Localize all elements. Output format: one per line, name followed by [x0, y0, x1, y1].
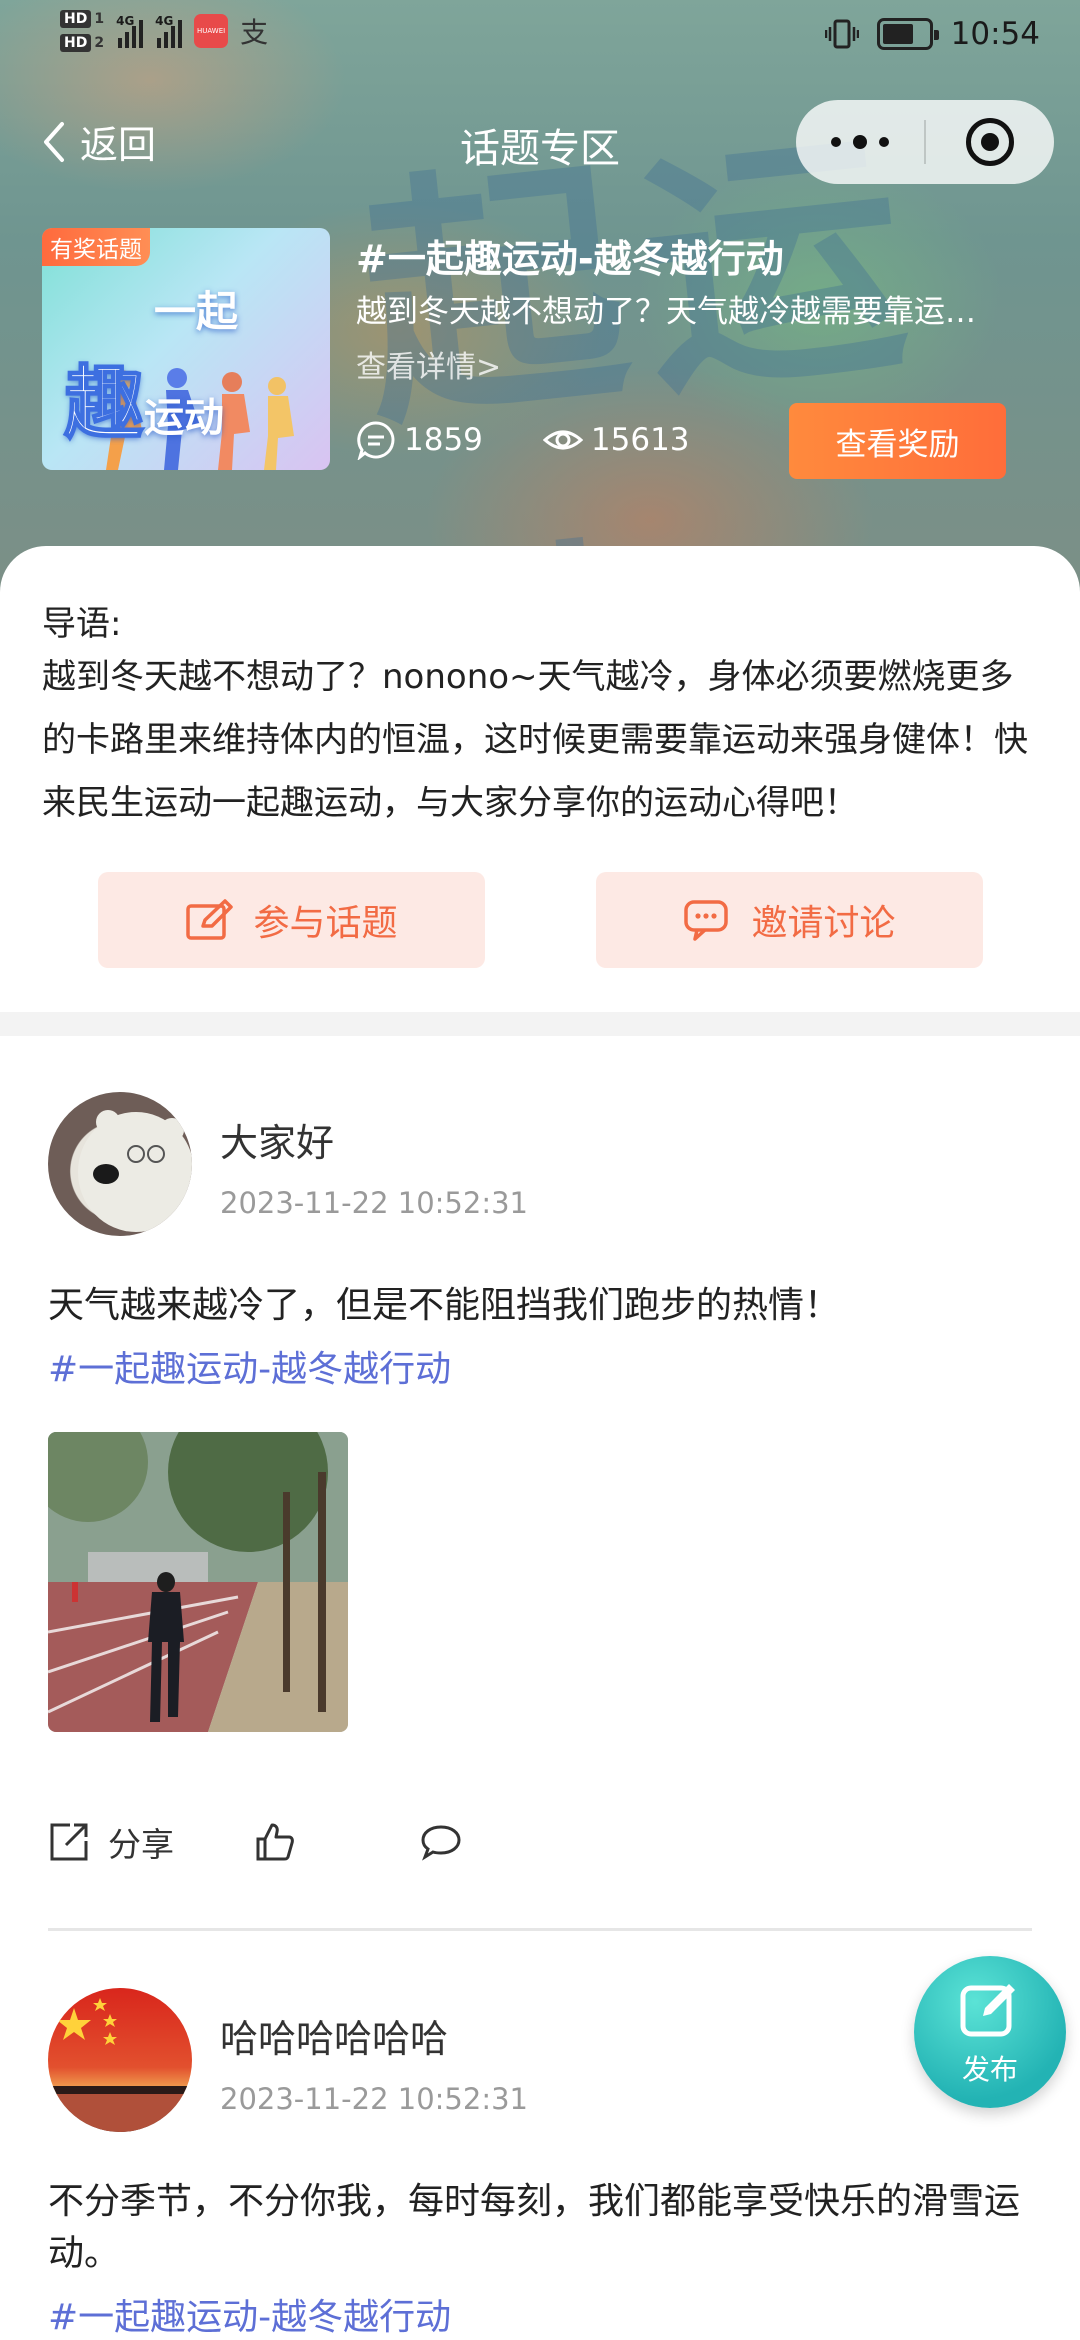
comment-count-icon: [357, 421, 395, 460]
invite-discussion-label: 邀请讨论: [751, 903, 896, 944]
share-button[interactable]: 分享: [48, 1818, 174, 1866]
like-button[interactable]: [254, 1821, 296, 1863]
comments-count: 1859: [404, 422, 483, 458]
mini-program-capsule: [796, 100, 1054, 184]
topic-cover-image: 一起 趣运动 有奖话题: [42, 228, 330, 470]
post-username: 大家好: [220, 1121, 335, 1165]
signal-icon-2: 4G: [155, 14, 183, 48]
post-photo[interactable]: [48, 1432, 348, 1732]
view-rewards-button[interactable]: 查看奖励: [789, 403, 1006, 479]
bear-avatar-image: [78, 1110, 192, 1232]
compose-icon: [960, 1984, 1015, 2037]
publish-label: 发布: [961, 2053, 1018, 2086]
views-stat: 15613: [542, 420, 690, 460]
battery-icon: [876, 18, 939, 50]
more-menu-button[interactable]: [796, 100, 924, 184]
share-label: 分享: [108, 1825, 174, 1864]
post-topic-tag[interactable]: #一起趣运动-越冬越行动: [48, 1340, 451, 1392]
vibrate-icon: [824, 19, 859, 49]
post-topic-tag[interactable]: #一起趣运动-越冬越行动: [48, 2288, 451, 2340]
post-username: 哈哈哈哈哈哈: [220, 2017, 449, 2061]
section-separator: [0, 1012, 1080, 1036]
network-type-1: 4G: [116, 14, 135, 28]
intro-label: 导语:: [42, 604, 122, 644]
post-timestamp: 2023-11-22 10:52:31: [220, 2082, 528, 2116]
avatar[interactable]: [48, 1988, 192, 2132]
chat-bubble-icon: [684, 900, 729, 941]
flag-sunset-avatar-image: [48, 1988, 192, 2132]
alipay-icon: 支: [240, 16, 269, 49]
comment-button[interactable]: [420, 1821, 462, 1863]
views-count: 15613: [590, 422, 690, 458]
intro-text: 越到冬天越不想动了？nonono~天气越冷，身体必须要燃烧更多的卡路里来维持体内…: [42, 657, 1028, 823]
sim2-badge: HD: [60, 34, 92, 52]
post-timestamp: 2023-11-22 10:52:31: [220, 1186, 528, 1220]
running-track-photo: [48, 1432, 348, 1732]
navigation-bar: 返回 话题专区: [0, 100, 1080, 184]
join-topic-label: 参与话题: [253, 903, 398, 944]
sim1-number: 1: [94, 11, 105, 27]
invite-discussion-button[interactable]: 邀请讨论: [596, 872, 983, 968]
post-actions: 分享: [48, 1818, 462, 1866]
prize-topic-badge: 有奖话题: [42, 228, 150, 266]
sim1-badge: HD: [60, 10, 92, 28]
topic-title: #一起趣运动-越冬越行动: [356, 237, 784, 281]
cover-text-2: 趣: [63, 356, 145, 451]
avatar[interactable]: [48, 1092, 192, 1236]
topic-stats: 1859 15613: [356, 420, 690, 460]
comment-icon: [421, 1825, 461, 1861]
intro-card: 导语: 越到冬天越不想动了？nonono~天气越冷，身体必须要燃烧更多的卡路里来…: [0, 546, 1080, 1012]
post-text: 天气越来越冷了，但是不能阻挡我们跑步的热情！: [48, 1285, 841, 1326]
post-text: 不分季节，不分你我，每时每刻，我们都能享受快乐的滑雪运动。: [48, 2181, 1021, 2274]
status-bar: HD 1 HD 2 4G 4G HUAWEI 支 10:54: [0, 0, 1080, 80]
share-icon: [50, 1823, 88, 1861]
thumbs-up-icon: [256, 1823, 294, 1861]
app-notification-icon: HUAWEI: [194, 14, 229, 48]
sim2-number: 2: [94, 35, 105, 51]
view-details-link[interactable]: 查看详情>: [356, 342, 501, 386]
post-divider: [48, 1928, 1032, 1931]
clock: 10:54: [950, 16, 1040, 52]
cover-title-art: 一起 趣运动: [63, 278, 239, 455]
comments-stat: 1859: [356, 420, 483, 460]
close-mini-program-button[interactable]: [926, 100, 1054, 184]
target-icon: [966, 118, 1014, 166]
join-topic-button[interactable]: 参与话题: [98, 872, 485, 968]
cover-text-1: 一起: [154, 287, 239, 336]
signal-icon: 4G: [116, 14, 144, 48]
cover-text-3: 运动: [144, 395, 224, 441]
publish-button[interactable]: 发布: [914, 1956, 1066, 2108]
eye-icon: [542, 430, 583, 450]
topic-description: 越到冬天越不想动了？天气越冷越需要靠运动来强身健体: [356, 294, 996, 330]
network-type-2: 4G: [155, 14, 174, 28]
edit-icon: [186, 899, 234, 940]
